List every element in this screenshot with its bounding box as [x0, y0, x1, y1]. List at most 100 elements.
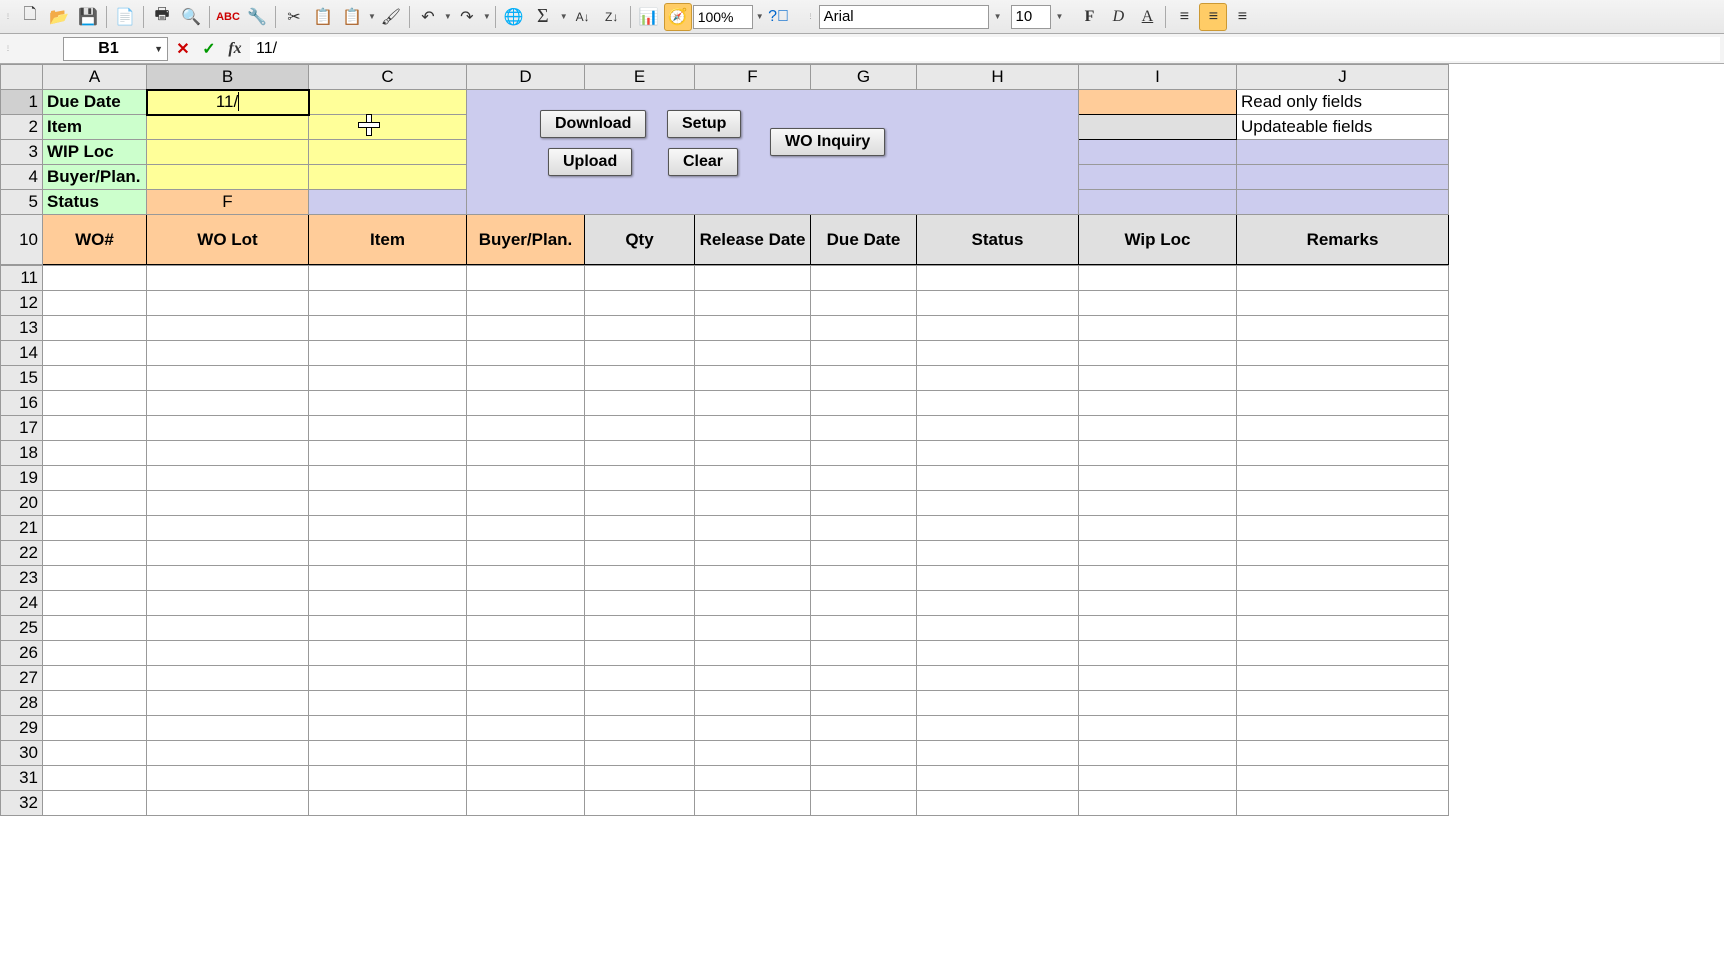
cell-G21[interactable]	[811, 516, 917, 541]
cell-B26[interactable]	[147, 641, 309, 666]
bold-icon[interactable]: F	[1075, 3, 1103, 31]
row-header-32[interactable]: 32	[1, 791, 43, 816]
cell-C4[interactable]	[309, 165, 467, 190]
cell-H11[interactable]	[917, 266, 1079, 291]
upload-button[interactable]: Upload	[548, 148, 632, 176]
cell-C16[interactable]	[309, 391, 467, 416]
row-header-28[interactable]: 28	[1, 691, 43, 716]
cell-D12[interactable]	[467, 291, 585, 316]
th-wo-lot[interactable]: WO Lot	[147, 215, 309, 265]
row-header-16[interactable]: 16	[1, 391, 43, 416]
cell-C30[interactable]	[309, 741, 467, 766]
cell-H18[interactable]	[917, 441, 1079, 466]
cell-J30[interactable]	[1237, 741, 1449, 766]
help-icon[interactable]: ?⃝	[765, 3, 793, 31]
cell-C24[interactable]	[309, 591, 467, 616]
cell-G12[interactable]	[811, 291, 917, 316]
cell-A12[interactable]	[43, 291, 147, 316]
row-header-31[interactable]: 31	[1, 766, 43, 791]
toolbar-grip[interactable]: ⋮	[4, 13, 12, 20]
cell-B28[interactable]	[147, 691, 309, 716]
cell-I11[interactable]	[1079, 266, 1237, 291]
cell-E32[interactable]	[585, 791, 695, 816]
cell-A16[interactable]	[43, 391, 147, 416]
row-header-30[interactable]: 30	[1, 741, 43, 766]
cell-B22[interactable]	[147, 541, 309, 566]
cell-C14[interactable]	[309, 341, 467, 366]
cell-I25[interactable]	[1079, 616, 1237, 641]
cell-F15[interactable]	[695, 366, 811, 391]
cell-B27[interactable]	[147, 666, 309, 691]
cell-F25[interactable]	[695, 616, 811, 641]
col-header-I[interactable]: I	[1079, 65, 1237, 90]
cell-A29[interactable]	[43, 716, 147, 741]
function-wizard-icon[interactable]: fx	[224, 38, 246, 60]
row-header-2[interactable]: 2	[1, 115, 43, 140]
cell-H15[interactable]	[917, 366, 1079, 391]
cell-A14[interactable]	[43, 341, 147, 366]
cell-I13[interactable]	[1079, 316, 1237, 341]
row-header-25[interactable]: 25	[1, 616, 43, 641]
cell-C18[interactable]	[309, 441, 467, 466]
row-header-18[interactable]: 18	[1, 441, 43, 466]
cell-D13[interactable]	[467, 316, 585, 341]
cell-E29[interactable]	[585, 716, 695, 741]
formula-input[interactable]: 11/	[250, 37, 1720, 61]
cell-J5[interactable]	[1237, 190, 1449, 215]
cell-E23[interactable]	[585, 566, 695, 591]
label-buyer-plan[interactable]: Buyer/Plan.	[43, 165, 147, 190]
cell-E30[interactable]	[585, 741, 695, 766]
cell-G20[interactable]	[811, 491, 917, 516]
cell-B20[interactable]	[147, 491, 309, 516]
cell-B13[interactable]	[147, 316, 309, 341]
cell-I18[interactable]	[1079, 441, 1237, 466]
cell-A19[interactable]	[43, 466, 147, 491]
cell-B30[interactable]	[147, 741, 309, 766]
cell-F17[interactable]	[695, 416, 811, 441]
cell-B12[interactable]	[147, 291, 309, 316]
cell-B25[interactable]	[147, 616, 309, 641]
row-header-29[interactable]: 29	[1, 716, 43, 741]
cell-D28[interactable]	[467, 691, 585, 716]
cell-G18[interactable]	[811, 441, 917, 466]
cell-D21[interactable]	[467, 516, 585, 541]
cell-I30[interactable]	[1079, 741, 1237, 766]
cell-D23[interactable]	[467, 566, 585, 591]
paste-icon[interactable]: 📋	[338, 3, 366, 31]
cell-C32[interactable]	[309, 791, 467, 816]
cell-F29[interactable]	[695, 716, 811, 741]
cell-I26[interactable]	[1079, 641, 1237, 666]
toolbar-grip-2[interactable]: ⋮	[807, 13, 815, 20]
cell-H16[interactable]	[917, 391, 1079, 416]
row-header-14[interactable]: 14	[1, 341, 43, 366]
cell-E18[interactable]	[585, 441, 695, 466]
cell-F18[interactable]	[695, 441, 811, 466]
col-header-G[interactable]: G	[811, 65, 917, 90]
cell-H23[interactable]	[917, 566, 1079, 591]
cell-C29[interactable]	[309, 716, 467, 741]
cell-G29[interactable]	[811, 716, 917, 741]
cell-F30[interactable]	[695, 741, 811, 766]
row-header-11[interactable]: 11	[1, 266, 43, 291]
cell-H25[interactable]	[917, 616, 1079, 641]
cell-D30[interactable]	[467, 741, 585, 766]
row-header-12[interactable]: 12	[1, 291, 43, 316]
font-name-dropdown-arrow[interactable]: ▼	[994, 12, 1002, 21]
cell-B21[interactable]	[147, 516, 309, 541]
th-qty[interactable]: Qty	[585, 215, 695, 265]
format-paintbrush-icon[interactable]: 🖌	[377, 3, 405, 31]
cell-J13[interactable]	[1237, 316, 1449, 341]
sum-dropdown-arrow[interactable]: ▼	[560, 12, 568, 21]
cell-E16[interactable]	[585, 391, 695, 416]
cell-G26[interactable]	[811, 641, 917, 666]
save-icon[interactable]: 💾	[74, 3, 102, 31]
cell-A31[interactable]	[43, 766, 147, 791]
cell-J27[interactable]	[1237, 666, 1449, 691]
name-box-dropdown-arrow[interactable]: ▼	[154, 44, 163, 54]
cell-I32[interactable]	[1079, 791, 1237, 816]
label-wip-loc[interactable]: WIP Loc	[43, 140, 147, 165]
wo-inquiry-button[interactable]: WO Inquiry	[770, 128, 885, 156]
cell-J14[interactable]	[1237, 341, 1449, 366]
cell-H30[interactable]	[917, 741, 1079, 766]
print-preview-icon[interactable]: 🔍	[177, 3, 205, 31]
